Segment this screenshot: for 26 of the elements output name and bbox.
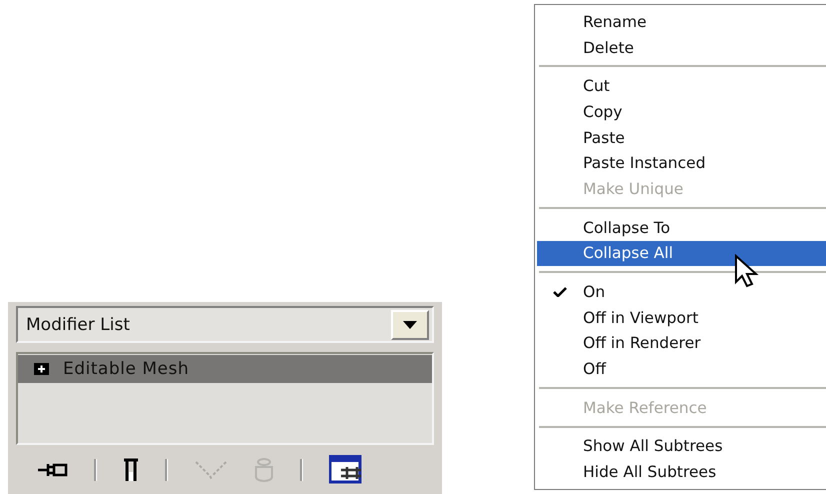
toolbar-button[interactable] [38,462,68,478]
menu-item[interactable]: Collapse All [537,240,826,266]
menu-item[interactable]: Off [537,356,826,382]
menu-item[interactable]: Collapse To [537,214,826,240]
dropdown-arrow-button[interactable] [391,310,429,340]
menu-item[interactable]: Paste [537,124,826,150]
i-beam-icon [123,458,139,482]
stack-item[interactable]: Editable Mesh [18,355,432,383]
bin-icon [254,456,274,482]
toolbar-button[interactable] [123,458,139,482]
menu-item[interactable]: Show All Subtrees [537,434,826,460]
menu-item[interactable]: Copy [537,99,826,125]
cursor-icon [734,254,760,288]
pushpin-icon [38,462,68,478]
caret-icon [403,320,417,328]
menu-item[interactable]: Hide All Subtrees [537,459,826,485]
modifier-list-dropdown[interactable]: Modifier List [16,306,434,343]
dropdown-value: Modifier List [26,314,130,334]
expand-icon[interactable] [34,363,49,375]
menu-item[interactable]: Paste Instanced [537,150,826,176]
menu-item[interactable]: On [537,279,826,305]
menu-item[interactable]: Off in Renderer [537,330,826,356]
menu-item[interactable]: Rename [537,9,826,35]
menu-item[interactable]: Delete [537,34,826,60]
menu-item[interactable]: Cut [537,73,826,100]
menu-item[interactable]: Off in Viewport [537,304,826,331]
